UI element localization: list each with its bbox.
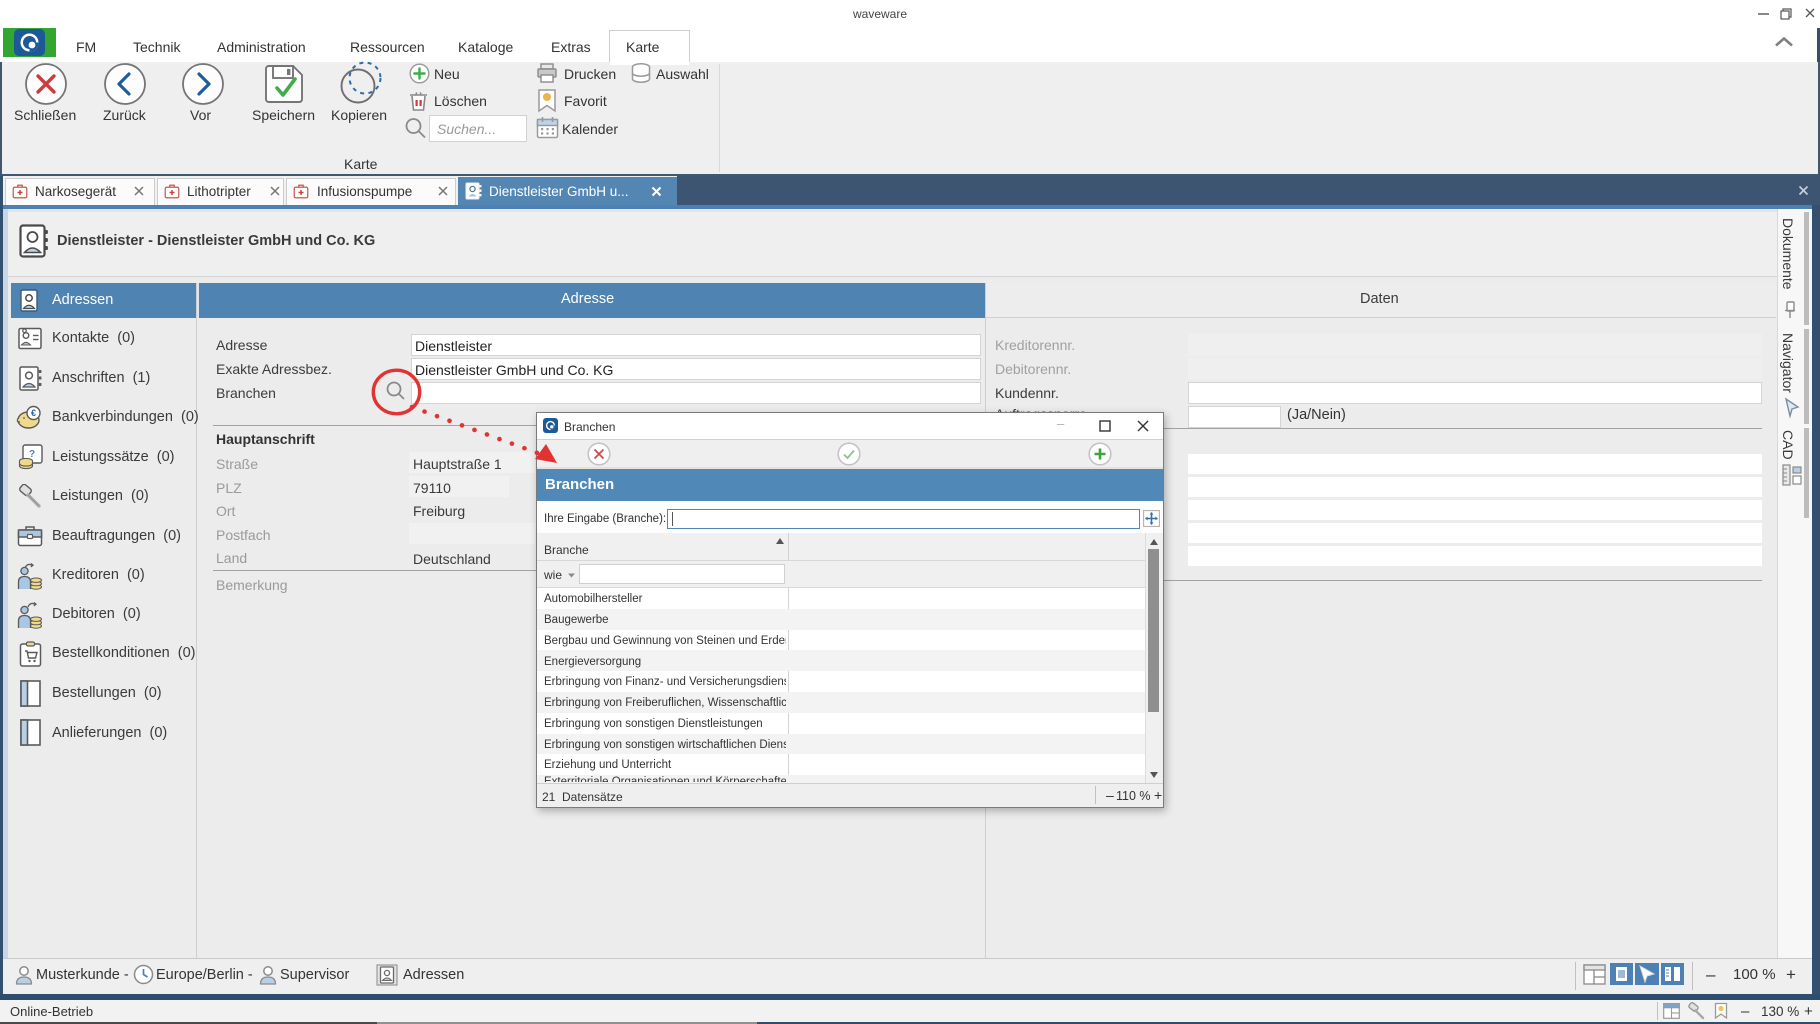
svg-text:€: €	[31, 408, 36, 418]
